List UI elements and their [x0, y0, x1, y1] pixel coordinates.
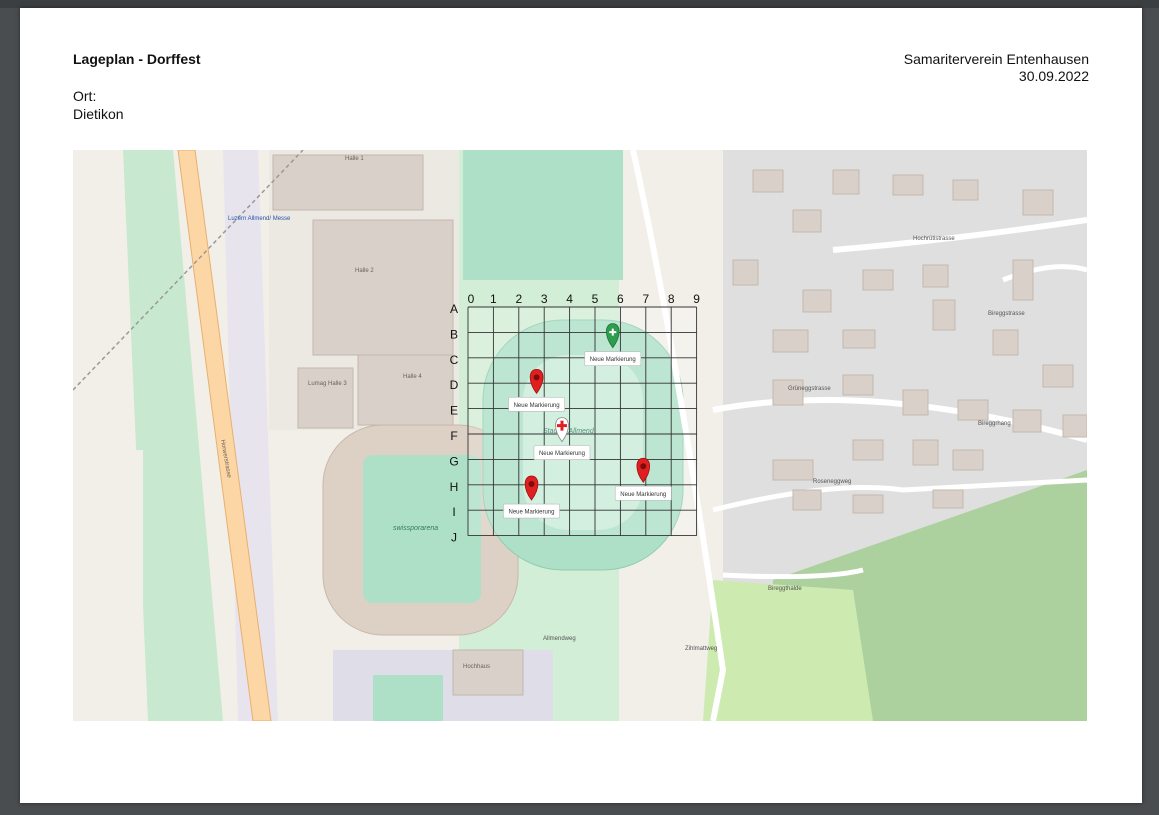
viewer-top-bar	[0, 0, 1159, 8]
grid-column-label: 3	[541, 292, 548, 306]
grid-row-label: D	[450, 378, 459, 392]
label-hochruetistrasse: Hochrütistrasse	[913, 236, 955, 242]
grid-column-label: 2	[515, 292, 522, 306]
grid-column-label: 4	[566, 292, 573, 306]
label-station: Luzern Allmend/ Messe	[228, 216, 291, 222]
allotment-gardens	[703, 580, 873, 721]
site-map[interactable]: Halle 1 Halle 2 Lumag Halle 3 Halle 4 Lu…	[73, 150, 1087, 721]
grid-row-label: F	[450, 429, 457, 443]
halle-1	[272, 154, 424, 211]
hallenbad	[373, 675, 443, 721]
grid-row-label: E	[450, 404, 458, 418]
marker-label: Neue Markierung	[620, 492, 666, 498]
label-rosenegg: Roseneggweg	[813, 479, 851, 485]
label-zihlmattweg: Zihlmattweg	[685, 646, 717, 652]
label-swissporarena: swissporarena	[393, 525, 438, 532]
halle-3	[297, 367, 354, 429]
grid-background	[468, 307, 697, 536]
map-svg: Halle 1 Halle 2 Lumag Halle 3 Halle 4 Lu…	[73, 150, 1087, 721]
marker-label: Neue Markierung	[514, 403, 560, 409]
grid-column-label: 5	[592, 292, 599, 306]
pin-dot	[528, 481, 535, 488]
hochhaus-block	[452, 649, 524, 696]
marker-label: Neue Markierung	[590, 357, 636, 363]
grid-row-label: G	[449, 454, 458, 468]
grid-column-label: 0	[468, 292, 475, 306]
grid-row-label: B	[450, 327, 458, 341]
label-halle-3: Lumag Halle 3	[308, 381, 347, 387]
marker-label: Neue Markierung	[508, 510, 554, 516]
halle-4	[357, 354, 454, 426]
page-title: Lageplan - Dorffest	[73, 51, 201, 67]
label-halle-2: Halle 2	[355, 268, 374, 274]
label-bireggthalde: Bireggthalde	[768, 586, 802, 592]
pin-dot	[533, 374, 540, 381]
document-date: 30.09.2022	[1018, 68, 1089, 84]
pin-dot	[640, 463, 647, 470]
grid-row-label: C	[450, 353, 459, 367]
pitch-north	[463, 150, 623, 280]
label-bireggstrasse: Bireggstrasse	[988, 311, 1025, 317]
coordinate-grid: 0 1 2 3 4 5 6 7 8 9 ABCDEFGHIJ	[449, 292, 700, 545]
header-organization-block: Samariterverein Entenhausen 30.09.2022	[904, 51, 1089, 85]
halle-2	[312, 219, 454, 356]
grid-column-label: 9	[693, 292, 700, 306]
land-area	[73, 450, 143, 721]
location-value: Dietikon	[73, 106, 124, 122]
label-allmendweg: Allmendweg	[543, 636, 576, 642]
organization-name: Samariterverein Entenhausen	[903, 51, 1089, 67]
label-halle-4: Halle 4	[403, 374, 422, 380]
document-page: Lageplan - Dorffest Samariterverein Ente…	[20, 8, 1142, 803]
grid-column-label: 1	[490, 292, 497, 306]
location-label: Ort:	[73, 88, 97, 104]
grid-row-label: H	[450, 480, 459, 494]
marker-label: Neue Markierung	[539, 451, 585, 457]
grid-column-label: 8	[668, 292, 675, 306]
label-grunegg: Grüneggstrasse	[788, 386, 831, 392]
grid-row-label: J	[451, 531, 457, 545]
label-halle-1: Halle 1	[345, 156, 364, 162]
grid-column-label: 7	[642, 292, 649, 306]
grid-row-label: A	[450, 302, 458, 316]
label-biregghang: Bireggrhang	[978, 421, 1011, 427]
grid-column-label: 6	[617, 292, 624, 306]
label-hochhaus: Hochhaus	[463, 664, 490, 670]
grid-row-label: I	[452, 505, 455, 519]
